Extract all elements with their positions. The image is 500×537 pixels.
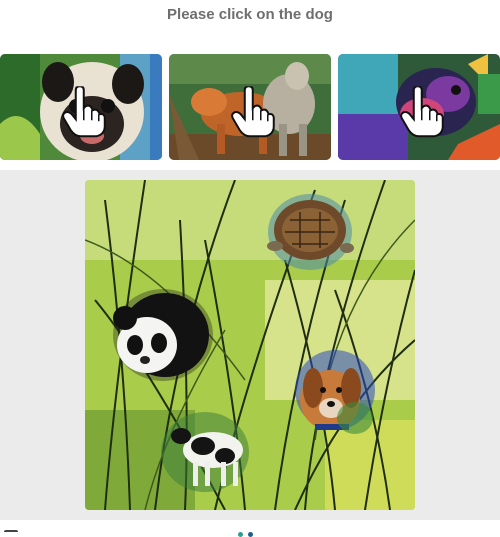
example-image-fox-dog: [169, 54, 331, 160]
example-image-colorful-dog: [338, 54, 500, 160]
panda-object: [113, 289, 213, 381]
example-image-pug: [0, 54, 162, 160]
hand-pointer-icon: [400, 86, 444, 138]
footer-bar: [0, 524, 500, 537]
cow-object: [161, 412, 249, 492]
footer-dots: [238, 532, 253, 537]
puzzle-image[interactable]: [85, 180, 415, 510]
hand-pointer-icon: [231, 86, 275, 138]
captcha-prompt: Please click on the dog: [167, 6, 333, 23]
footer-dot: [248, 532, 253, 537]
example-images-row: [0, 54, 500, 160]
footer-left-indicator: [4, 530, 18, 536]
hand-pointer-icon: [62, 86, 106, 138]
footer-dot: [238, 532, 243, 537]
puzzle-panel: [0, 170, 500, 520]
